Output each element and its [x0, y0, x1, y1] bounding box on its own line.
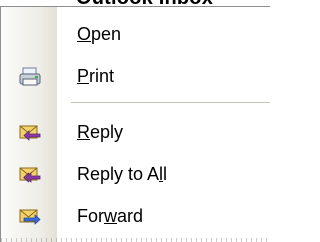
- menu-item-reply-mnemonic: R: [77, 122, 90, 142]
- menu-item-open-text-after: pen: [91, 24, 122, 44]
- reply-all-mail-icon: [18, 164, 42, 186]
- bottom-edge-artifact: [1, 238, 270, 242]
- menu-item-print-text-after: rint: [89, 66, 115, 86]
- menu-item-forward[interactable]: Forward: [1, 197, 270, 237]
- menu-item-reply-text-after: eply: [90, 122, 124, 142]
- menu-item-print[interactable]: Print: [1, 57, 270, 97]
- menu-item-reply-to-all-text-before: Reply to A: [77, 164, 160, 184]
- menu-item-label-forward: Forward: [77, 206, 143, 227]
- menu-item-reply-to-all[interactable]: Reply to All: [1, 155, 270, 195]
- menu-item-open[interactable]: Open: [1, 15, 270, 55]
- menu-item-label-open: Open: [77, 24, 121, 45]
- printer-icon: [18, 66, 42, 88]
- menu-item-label-reply-to-all: Reply to All: [77, 164, 167, 185]
- reply-mail-icon: [18, 122, 42, 144]
- context-menu: Open Print Reply Reply to All Forward: [0, 6, 270, 242]
- menu-item-forward-text-before: For: [77, 206, 104, 226]
- menu-item-reply-to-all-text-after: l: [163, 164, 168, 184]
- menu-item-label-print: Print: [77, 66, 114, 87]
- menu-item-forward-mnemonic: w: [104, 206, 117, 226]
- menu-item-reply[interactable]: Reply: [1, 113, 270, 153]
- menu-item-open-mnemonic: O: [77, 24, 92, 44]
- menu-item-forward-text-after: ard: [117, 206, 144, 226]
- menu-item-print-mnemonic: P: [77, 66, 90, 86]
- menu-item-label-reply: Reply: [77, 122, 123, 143]
- forward-mail-icon: [18, 206, 42, 228]
- menu-separator: [71, 102, 270, 103]
- outlook-context-menu-screen: Outlook Inbox Open Print: [0, 0, 270, 242]
